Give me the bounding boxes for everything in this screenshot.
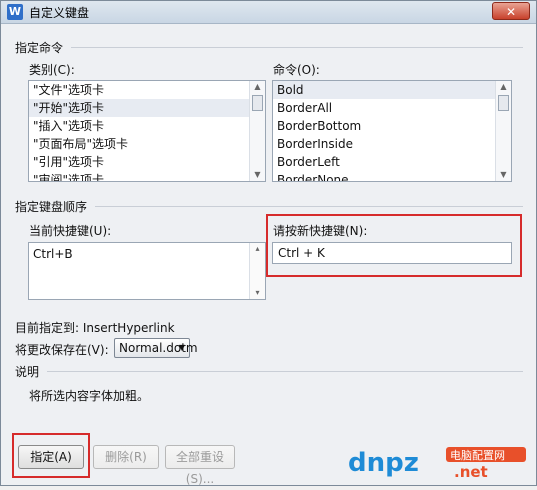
chevron-down-icon: ▼ [178,343,185,352]
window-title: 自定义键盘 [29,6,90,20]
category-item[interactable]: "插入"选项卡 [29,117,265,135]
save-in-value: Normal.dotm [119,341,198,355]
category-item[interactable]: "文件"选项卡 [29,81,265,99]
category-item[interactable]: "页面布局"选项卡 [29,135,265,153]
category-item[interactable]: "开始"选项卡 [29,99,265,117]
section-divider [95,206,523,207]
command-item[interactable]: BorderLeft [273,153,511,171]
command-item[interactable]: BorderAll [273,99,511,117]
new-shortcut-input[interactable]: Ctrl + K [272,242,512,264]
watermark-sub-text: 电脑配置网 [450,449,505,462]
description-section-label: 说明 [15,365,40,379]
title-bar[interactable]: W 自定义键盘 ✕ [1,1,536,24]
current-shortcut-listbox[interactable]: Ctrl+B ▴ ▾ [28,242,266,300]
command-scrollbar[interactable]: ▲ ▼ [495,81,511,181]
category-item[interactable]: "审阅"选项卡 [29,171,265,181]
current-shortcut-label: 当前快捷键(U): [29,224,112,238]
section-divider [71,47,523,48]
currently-assigned-row: 目前指定到: InsertHyperlink [15,319,175,336]
scroll-up-icon[interactable]: ▴ [250,243,265,255]
save-in-label: 将更改保存在(V): [15,343,109,357]
scroll-up-icon[interactable]: ▲ [496,81,511,93]
scroll-up-icon[interactable]: ▲ [250,81,265,93]
assign-button[interactable]: 指定(A) [18,445,84,469]
scroll-down-icon[interactable]: ▼ [496,169,511,181]
save-in-select[interactable]: Normal.dotm ▼ [114,338,198,358]
wps-writer-icon: W [7,4,23,20]
scroll-thumb[interactable] [498,95,509,111]
scroll-thumb[interactable] [252,95,263,111]
remove-button[interactable]: 删除(R) [93,445,159,469]
scroll-down-icon[interactable]: ▾ [250,287,265,299]
currently-assigned-label: 目前指定到: [15,321,80,335]
command-item[interactable]: BorderNone [273,171,511,181]
command-label: 命令(O): [273,63,320,77]
command-item[interactable]: BorderBottom [273,117,511,135]
dialog-window: W 自定义键盘 ✕ 指定命令 类别(C): "文件"选项卡 "开始"选项卡 "插… [0,0,537,486]
command-item[interactable]: BorderInside [273,135,511,153]
keyboard-order-section-label: 指定键盘顺序 [15,200,88,214]
currently-assigned-value: InsertHyperlink [82,321,175,335]
category-label: 类别(C): [29,63,75,77]
current-shortcut-scrollbar[interactable]: ▴ ▾ [249,243,265,299]
category-scrollbar[interactable]: ▲ ▼ [249,81,265,181]
watermark-url-text: .net [454,463,488,479]
close-button[interactable]: ✕ [492,2,530,20]
description-text: 将所选内容字体加粗。 [29,389,150,403]
section-divider [47,371,523,372]
category-listbox[interactable]: "文件"选项卡 "开始"选项卡 "插入"选项卡 "页面布局"选项卡 "引用"选项… [28,80,266,182]
category-item[interactable]: "引用"选项卡 [29,153,265,171]
command-item[interactable]: Bold [273,81,511,99]
watermark-logo: dnpz 电脑配置网 .net [348,447,526,479]
reset-all-button[interactable]: 全部重设(S)... [165,445,235,486]
command-listbox[interactable]: Bold BorderAll BorderBottom BorderInside… [272,80,512,182]
watermark-main-text: dnpz [348,448,419,478]
scroll-down-icon[interactable]: ▼ [250,169,265,181]
new-shortcut-label: 请按新快捷键(N): [273,224,368,238]
current-shortcut-item[interactable]: Ctrl+B [29,245,265,263]
specify-command-section-label: 指定命令 [15,41,64,55]
